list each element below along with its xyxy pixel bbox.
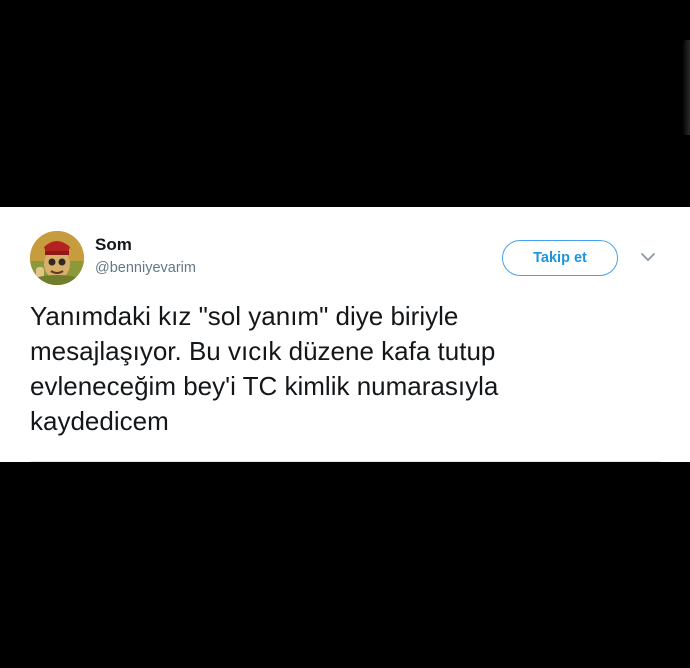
follow-button[interactable]: Takip et bbox=[502, 240, 618, 276]
user-name[interactable]: Som bbox=[95, 235, 132, 255]
screenshot-canvas: Som @benniyevarim Takip et Yanımdaki kız… bbox=[0, 0, 690, 668]
avatar[interactable] bbox=[30, 231, 84, 285]
avatar-image bbox=[30, 231, 84, 285]
divider bbox=[30, 461, 660, 462]
edge-shadow bbox=[682, 40, 690, 135]
chevron-down-icon[interactable] bbox=[640, 251, 656, 263]
user-handle[interactable]: @benniyevarim bbox=[95, 260, 196, 276]
tweet-text: Yanımdaki kız "sol yanım" diye biriyle m… bbox=[30, 301, 499, 436]
tweet-card: Som @benniyevarim Takip et Yanımdaki kız… bbox=[0, 207, 690, 462]
